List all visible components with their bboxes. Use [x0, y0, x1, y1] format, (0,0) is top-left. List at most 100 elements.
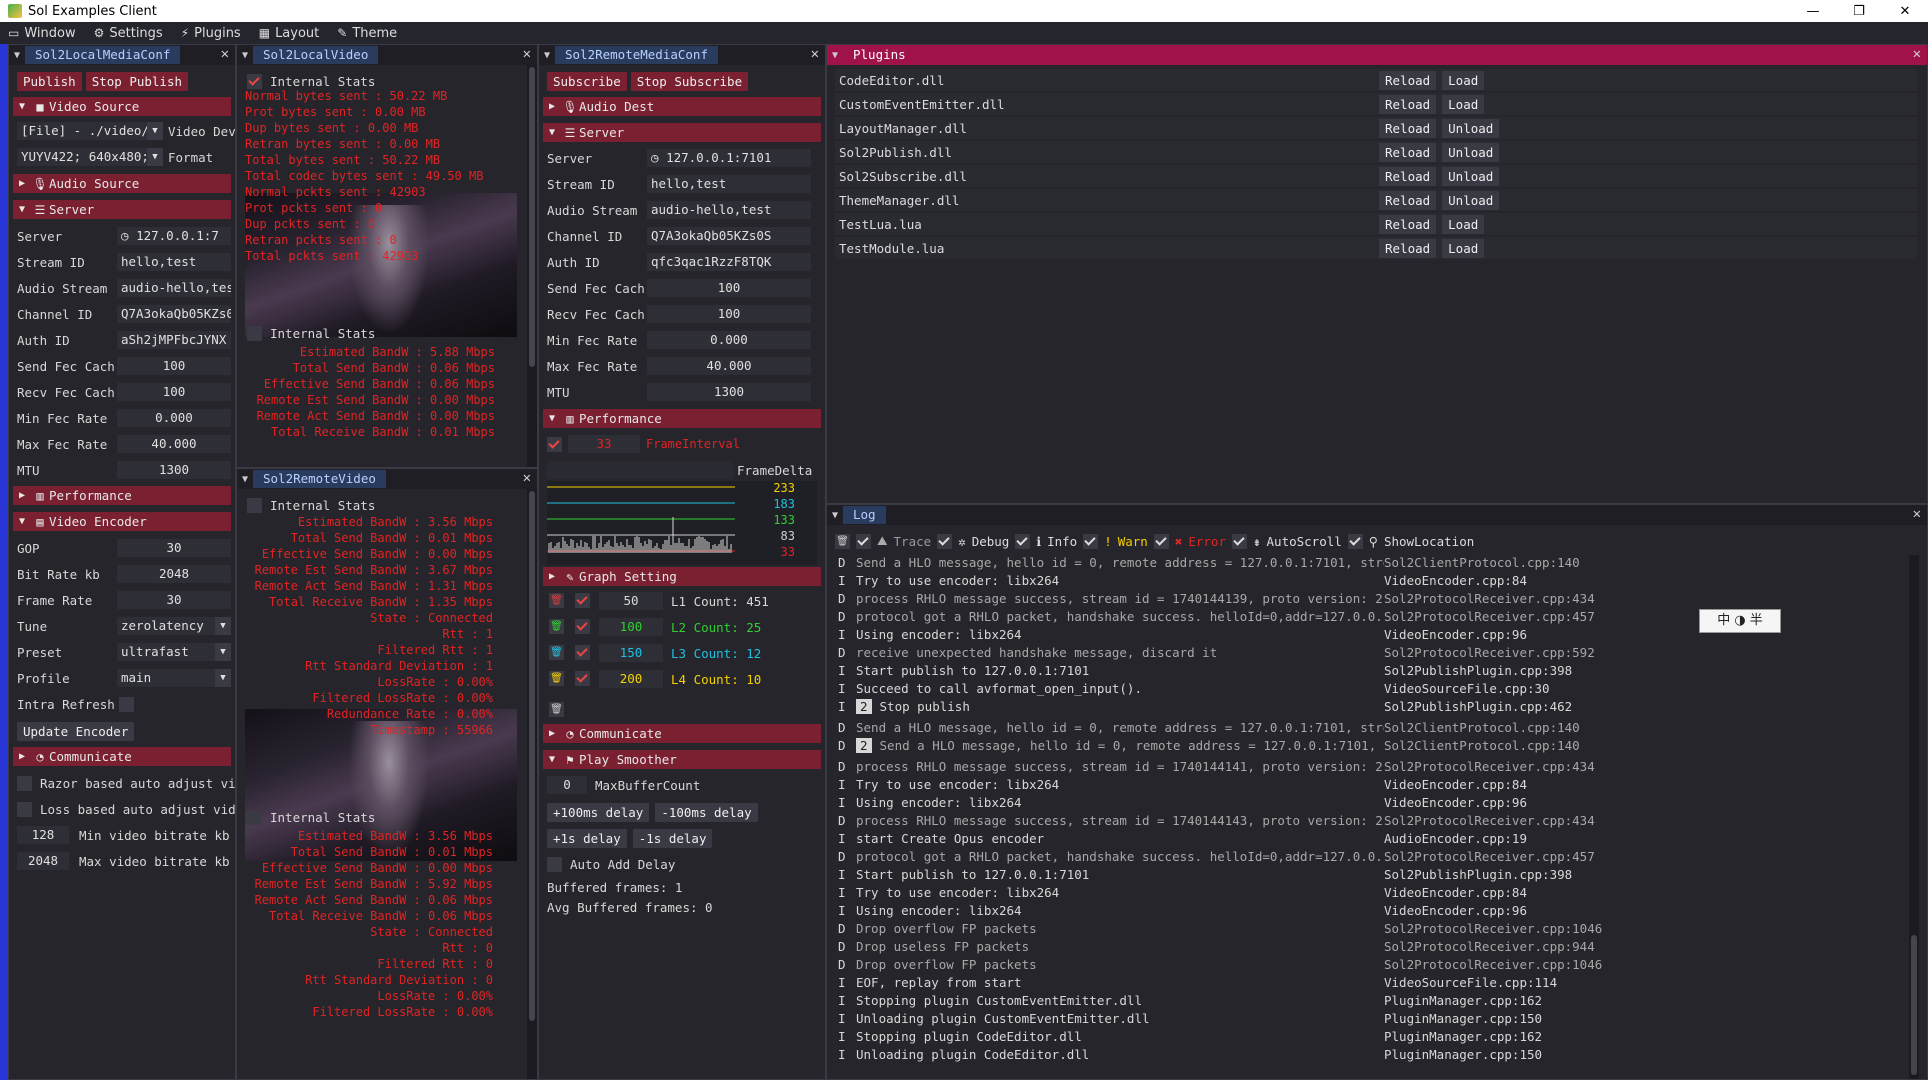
menu-settings[interactable]: ⚙ Settings	[86, 26, 173, 41]
autoscroll-checkbox[interactable]	[1232, 533, 1247, 549]
ime-indicator[interactable]: 中 ◑ 半	[1699, 609, 1781, 633]
scrollbar-thumb[interactable]	[529, 491, 535, 1021]
collapse-icon[interactable]: ▼	[237, 50, 253, 61]
plus-100ms-button[interactable]: +100ms delay	[547, 802, 650, 822]
remote-send-fec-field[interactable]: 100	[647, 279, 811, 297]
video-file-combo[interactable]: [File] - ./video/▼	[17, 122, 163, 140]
loss-checkbox[interactable]	[17, 801, 32, 817]
audio-stream-field[interactable]: audio-hello,tes	[117, 279, 231, 297]
remote-mtu-field[interactable]: 1300	[647, 383, 811, 401]
recv-fec-field[interactable]: 100	[117, 383, 231, 401]
close-icon[interactable]: ✕	[523, 46, 531, 62]
frame-interval-checkbox[interactable]	[547, 436, 562, 452]
video-source-section[interactable]: ▼ ■ Video Source	[13, 97, 231, 116]
collapse-icon[interactable]: ▼	[539, 50, 555, 61]
close-icon[interactable]: ✕	[221, 46, 229, 62]
reload-button[interactable]: Reload	[1379, 94, 1437, 114]
remote-internal-stats-checkbox[interactable]	[247, 497, 262, 513]
frame-rate-field[interactable]: 30	[117, 591, 231, 609]
menu-plugins[interactable]: ⚡ Plugins	[173, 26, 251, 41]
publish-button[interactable]: Publish	[17, 71, 82, 91]
load-button[interactable]: Load	[1442, 70, 1485, 90]
local-video-scrollbar[interactable]	[527, 65, 537, 467]
error-checkbox[interactable]	[1153, 533, 1169, 549]
stop-subscribe-button[interactable]: Stop Subscribe	[630, 71, 749, 91]
reload-button[interactable]: Reload	[1379, 142, 1437, 162]
performance-section[interactable]: ▶ ▥ Performance	[13, 486, 231, 505]
remote-min-fec-field[interactable]: 0.000	[647, 331, 811, 349]
audio-source-section[interactable]: ▶ 🎙 Audio Source	[13, 174, 231, 193]
channel-id-field[interactable]: Q7A3okaQb05KZs0	[117, 305, 231, 323]
trace-checkbox[interactable]	[856, 533, 871, 549]
server-section[interactable]: ▼ ☰ Server	[13, 200, 231, 219]
play-smoother-section[interactable]: ▼ ⚑ Play Smoother	[543, 750, 821, 769]
trash-icon[interactable]: 🗑	[549, 619, 564, 634]
collapse-icon[interactable]: ▼	[827, 510, 843, 521]
close-window-button[interactable]: ✕	[1882, 4, 1928, 19]
show-location-checkbox[interactable]	[1347, 533, 1363, 549]
remote-internal-stats-checkbox-2[interactable]	[247, 809, 262, 825]
restore-button[interactable]: ❐	[1836, 4, 1882, 19]
min-fec-field[interactable]: 0.000	[117, 409, 231, 427]
min-bitrate-field[interactable]: 128	[17, 826, 69, 844]
razor-checkbox[interactable]	[17, 775, 32, 791]
tab-remote-media-conf[interactable]: Sol2RemoteMediaConf	[555, 46, 718, 64]
reload-button[interactable]: Reload	[1379, 70, 1437, 90]
load-button[interactable]: Load	[1442, 94, 1485, 114]
max-buffer-field[interactable]: 0	[547, 776, 587, 794]
debug-checkbox[interactable]	[937, 533, 953, 549]
close-icon[interactable]: ✕	[811, 46, 819, 62]
graph-level-checkbox[interactable]	[575, 671, 590, 686]
menu-theme[interactable]: ✎ Theme	[329, 26, 407, 41]
plus-1s-button[interactable]: +1s delay	[547, 828, 627, 848]
frame-interval-field[interactable]: 33	[568, 435, 640, 453]
graph-level-field[interactable]: 100	[599, 618, 663, 636]
log-scrollbar[interactable]	[1909, 555, 1919, 1079]
close-icon[interactable]: ✕	[1913, 506, 1921, 522]
close-icon[interactable]: ✕	[523, 470, 531, 486]
remote-max-fec-field[interactable]: 40.000	[647, 357, 811, 375]
server-field[interactable]: ◷ 127.0.0.1:7	[117, 227, 231, 245]
minus-100ms-button[interactable]: -100ms delay	[655, 802, 758, 822]
collapse-icon[interactable]: ▼	[827, 50, 843, 61]
tab-remote-video[interactable]: Sol2RemoteVideo	[253, 470, 386, 488]
tune-combo[interactable]: zerolatency ▼	[117, 617, 231, 635]
auth-id-field[interactable]: aSh2jMPFbcJYNX	[117, 331, 231, 349]
send-fec-field[interactable]: 100	[117, 357, 231, 375]
audio-dest-section[interactable]: ▶ 🎙 Audio Dest	[543, 97, 821, 116]
menu-layout[interactable]: ▦ Layout	[251, 26, 330, 41]
profile-combo[interactable]: main ▼	[117, 669, 231, 687]
internal-stats-checkbox[interactable]	[247, 73, 262, 89]
remote-performance-section[interactable]: ▼ ▥ Performance	[543, 409, 821, 428]
remote-auth-id-field[interactable]: qfc3qac1RzzF8TQK	[647, 253, 811, 271]
max-bitrate-field[interactable]: 2048	[17, 852, 69, 870]
trash-icon[interactable]: 🗑	[549, 593, 564, 608]
minimize-button[interactable]: —	[1790, 4, 1836, 19]
graph-level-checkbox[interactable]	[575, 593, 590, 608]
scrollbar-thumb[interactable]	[1911, 935, 1917, 1075]
graph-level-checkbox[interactable]	[575, 645, 590, 660]
menu-window[interactable]: ▭ Window	[0, 26, 86, 41]
scrollbar-thumb[interactable]	[529, 67, 535, 367]
internal-stats-checkbox-2[interactable]	[247, 325, 262, 341]
video-encoder-section[interactable]: ▼ ▤ Video Encoder	[13, 512, 231, 531]
intra-refresh-checkbox[interactable]	[119, 697, 134, 712]
mtu-field[interactable]: 1300	[117, 461, 231, 479]
reload-button[interactable]: Reload	[1379, 118, 1437, 138]
tab-plugins[interactable]: Plugins	[843, 46, 916, 64]
reload-button[interactable]: Reload	[1379, 214, 1437, 234]
stop-publish-button[interactable]: Stop Publish	[85, 71, 188, 91]
gop-field[interactable]: 30	[117, 539, 231, 557]
auto-add-delay-checkbox[interactable]	[547, 856, 562, 872]
minus-1s-button[interactable]: -1s delay	[632, 828, 713, 848]
load-button[interactable]: Load	[1442, 214, 1485, 234]
graph-level-field[interactable]: 150	[599, 644, 663, 662]
reload-button[interactable]: Reload	[1379, 190, 1437, 210]
trash-icon[interactable]: 🗑	[549, 645, 564, 660]
remote-server-field[interactable]: ◷ 127.0.0.1:7101	[647, 149, 811, 167]
remote-stream-id-field[interactable]: hello,test	[647, 175, 811, 193]
collapse-icon[interactable]: ▼	[237, 474, 253, 485]
clear-log-trash-icon[interactable]: 🗑	[835, 533, 850, 549]
graph-setting-section[interactable]: ▶ ✎ Graph Setting	[543, 567, 821, 586]
remote-audio-stream-field[interactable]: audio-hello,test	[647, 201, 811, 219]
